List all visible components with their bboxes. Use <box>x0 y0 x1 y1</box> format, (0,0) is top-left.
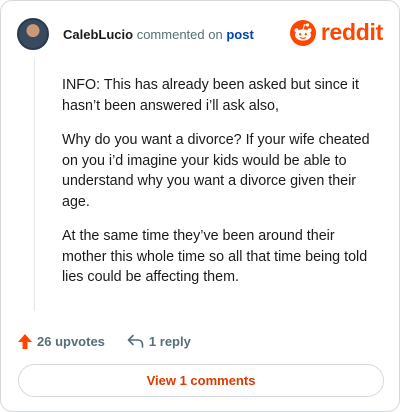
user-avatar[interactable] <box>17 18 49 50</box>
comment-actions: 26 upvotes 1 reply <box>17 330 191 352</box>
upvote-button[interactable]: 26 upvotes <box>17 333 105 350</box>
reply-count: 1 reply <box>148 333 191 349</box>
comment-paragraph: INFO: This has already been asked but si… <box>62 77 359 114</box>
username-link[interactable]: CalebLucio <box>63 27 133 42</box>
reddit-wordmark: reddit <box>320 19 383 45</box>
reddit-snoo-icon <box>289 19 316 46</box>
reply-button[interactable]: 1 reply <box>127 334 191 349</box>
action-text: commented on <box>136 26 223 42</box>
comment-paragraph: Why do you want a divorce? If your wife … <box>62 132 370 210</box>
reply-arrow-icon <box>127 334 144 348</box>
comment-paragraph: At the same time they’ve been around the… <box>62 228 368 285</box>
thread-line <box>34 59 35 311</box>
post-link[interactable]: post <box>226 27 253 42</box>
comment-header: CalebLucio commented on post reddit <box>17 17 383 51</box>
comment-meta: CalebLucio commented on post <box>63 27 254 42</box>
upvote-arrow-icon <box>18 333 32 349</box>
reddit-logo[interactable]: reddit <box>289 19 383 46</box>
upvote-count: 26 upvotes <box>37 333 105 349</box>
comment-body: INFO: This has already been asked but si… <box>62 75 374 302</box>
view-comments-button[interactable]: View 1 comments <box>18 364 384 397</box>
comment-card: CalebLucio commented on post reddit INFO… <box>0 0 400 412</box>
